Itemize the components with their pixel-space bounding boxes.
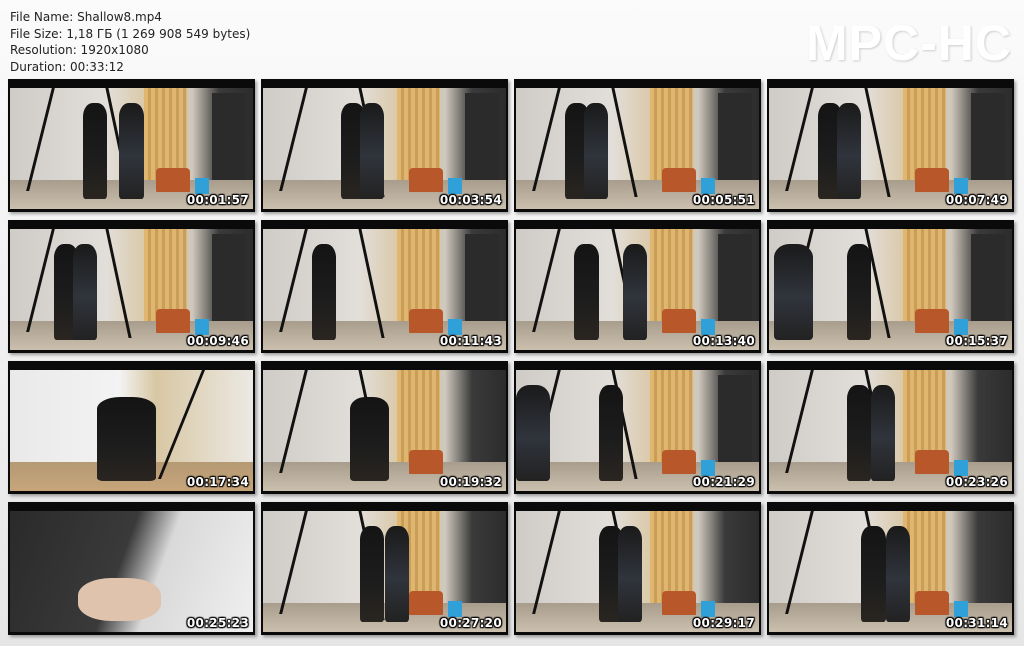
thumbnail-frame [263,229,506,350]
timestamp: 00:11:43 [439,334,502,348]
thumbnail-frame [10,88,253,209]
timestamp: 00:31:14 [945,616,1008,630]
mpc-hc-logo: MPC-HC [806,15,1012,71]
thumbnail[interactable]: 00:09:46 [8,220,255,353]
thumbnail-frame [769,370,1012,491]
thumbnail-frame [516,229,759,350]
timestamp: 00:03:54 [439,193,502,207]
thumbnail[interactable]: 00:17:34 [8,361,255,494]
thumbnail[interactable]: 00:03:54 [261,79,508,212]
thumbnail[interactable]: 00:31:14 [767,502,1014,635]
timestamp: 00:09:46 [186,334,249,348]
thumbnail[interactable]: 00:15:37 [767,220,1014,353]
thumbnail-frame [10,370,253,491]
thumbnail-grid: 00:01:57 00:03:54 00:05:51 00:07:49 00:0… [8,79,1014,635]
timestamp: 00:07:49 [945,193,1008,207]
thumbnail[interactable]: 00:27:20 [261,502,508,635]
thumbnail[interactable]: 00:19:32 [261,361,508,494]
file-info: File Name: Shallow8.mp4 File Size: 1,18 … [10,9,250,75]
file-name: File Name: Shallow8.mp4 [10,10,162,24]
timestamp: 00:17:34 [186,475,249,489]
timestamp: 00:01:57 [186,193,249,207]
thumbnail-frame [769,88,1012,209]
thumbnail-frame [769,229,1012,350]
thumbnail-frame [263,370,506,491]
thumbnail-frame [516,370,759,491]
resolution: Resolution: 1920x1080 [10,43,149,57]
thumbnail-frame [10,511,253,632]
timestamp: 00:15:37 [945,334,1008,348]
thumbnail[interactable]: 00:21:29 [514,361,761,494]
timestamp: 00:27:20 [439,616,502,630]
thumbnail[interactable]: 00:25:23 [8,502,255,635]
duration: Duration: 00:33:12 [10,59,124,74]
timestamp: 00:19:32 [439,475,502,489]
thumbnail[interactable]: 00:13:40 [514,220,761,353]
thumbnail[interactable]: 00:01:57 [8,79,255,212]
thumbnail-frame [263,88,506,209]
timestamp: 00:05:51 [692,193,755,207]
timestamp: 00:21:29 [692,475,755,489]
thumbnail[interactable]: 00:05:51 [514,79,761,212]
timestamp: 00:29:17 [692,616,755,630]
timestamp: 00:23:26 [945,475,1008,489]
thumbnail-frame [516,511,759,632]
file-size: File Size: 1,18 ГБ (1 269 908 549 bytes) [10,26,251,41]
timestamp: 00:25:23 [186,616,249,630]
thumbnail-frame [516,88,759,209]
thumbnail[interactable]: 00:07:49 [767,79,1014,212]
thumbnail[interactable]: 00:29:17 [514,502,761,635]
thumbnail-frame [263,511,506,632]
timestamp: 00:13:40 [692,334,755,348]
thumbnail-frame [769,511,1012,632]
thumbnail-frame [10,229,253,350]
thumbnail[interactable]: 00:11:43 [261,220,508,353]
thumbnail[interactable]: 00:23:26 [767,361,1014,494]
